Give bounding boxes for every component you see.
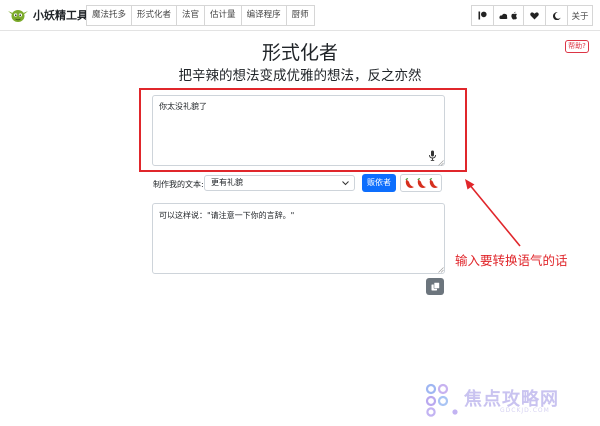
watermark-logo-icon <box>425 383 458 417</box>
patreon-button[interactable] <box>471 5 494 26</box>
page-subtitle: 把辛辣的想法变成优雅的想法，反之亦然 <box>178 68 422 84</box>
watermark-subtext: GDCKJD.COM <box>500 407 550 414</box>
copy-icon <box>431 282 440 291</box>
nav-tab-magic-todo[interactable]: 魔法托多 <box>86 5 133 26</box>
help-button[interactable]: 帮助? <box>565 40 589 53</box>
nav-tabs: 魔法托多 形式化者 法官 估计量 编译程序 厨师 <box>86 5 315 26</box>
make-text-label: 制作我的文本: <box>153 180 204 189</box>
nav-tab-estimator[interactable]: 估计量 <box>204 5 242 26</box>
nav-tab-judge[interactable]: 法官 <box>176 5 206 26</box>
microphone-icon[interactable] <box>428 150 437 161</box>
convert-button[interactable]: 贩依者 <box>362 174 396 192</box>
resize-grip-icon[interactable] <box>438 160 444 166</box>
nav-tab-formalizer[interactable]: 形式化者 <box>131 5 178 26</box>
chili-pepper-icon <box>416 177 426 188</box>
tone-select[interactable]: 更有礼貌 <box>204 175 355 191</box>
tone-select-value: 更有礼貌 <box>211 178 243 187</box>
copy-button[interactable] <box>426 278 444 295</box>
theme-toggle-button[interactable] <box>545 5 568 26</box>
moon-icon <box>552 11 561 20</box>
nav-tab-chef[interactable]: 厨师 <box>285 5 315 26</box>
spice-level-button[interactable] <box>400 174 442 192</box>
output-textarea[interactable]: 可以这样说："请注意一下你的言辞。" <box>152 203 445 274</box>
goblin-logo-icon <box>8 10 28 22</box>
chili-pepper-icon <box>428 177 438 188</box>
patreon-icon <box>478 11 487 20</box>
nav-tab-compiler[interactable]: 编译程序 <box>240 5 287 26</box>
heart-icon <box>530 11 539 19</box>
donate-button[interactable] <box>523 5 546 26</box>
page-title: 形式化者 <box>261 42 338 64</box>
cloud-apple-icon <box>498 11 517 20</box>
nav-right: 关于 <box>471 5 593 26</box>
resize-grip-icon[interactable] <box>438 267 444 273</box>
brand-name: 小妖精工具 <box>33 9 88 22</box>
input-textarea[interactable]: 你太没礼貌了 <box>152 95 445 166</box>
chevron-down-icon <box>342 181 349 186</box>
brand[interactable]: 小妖精工具 <box>8 5 88 25</box>
annotation-text: 输入要转换语气的话 <box>455 253 568 268</box>
navbar: 小妖精工具 魔法托多 形式化者 法官 估计量 编译程序 厨师 关于 <box>0 0 600 31</box>
apps-button[interactable] <box>493 5 524 26</box>
about-button[interactable]: 关于 <box>567 5 593 26</box>
chili-pepper-icon <box>404 177 414 188</box>
